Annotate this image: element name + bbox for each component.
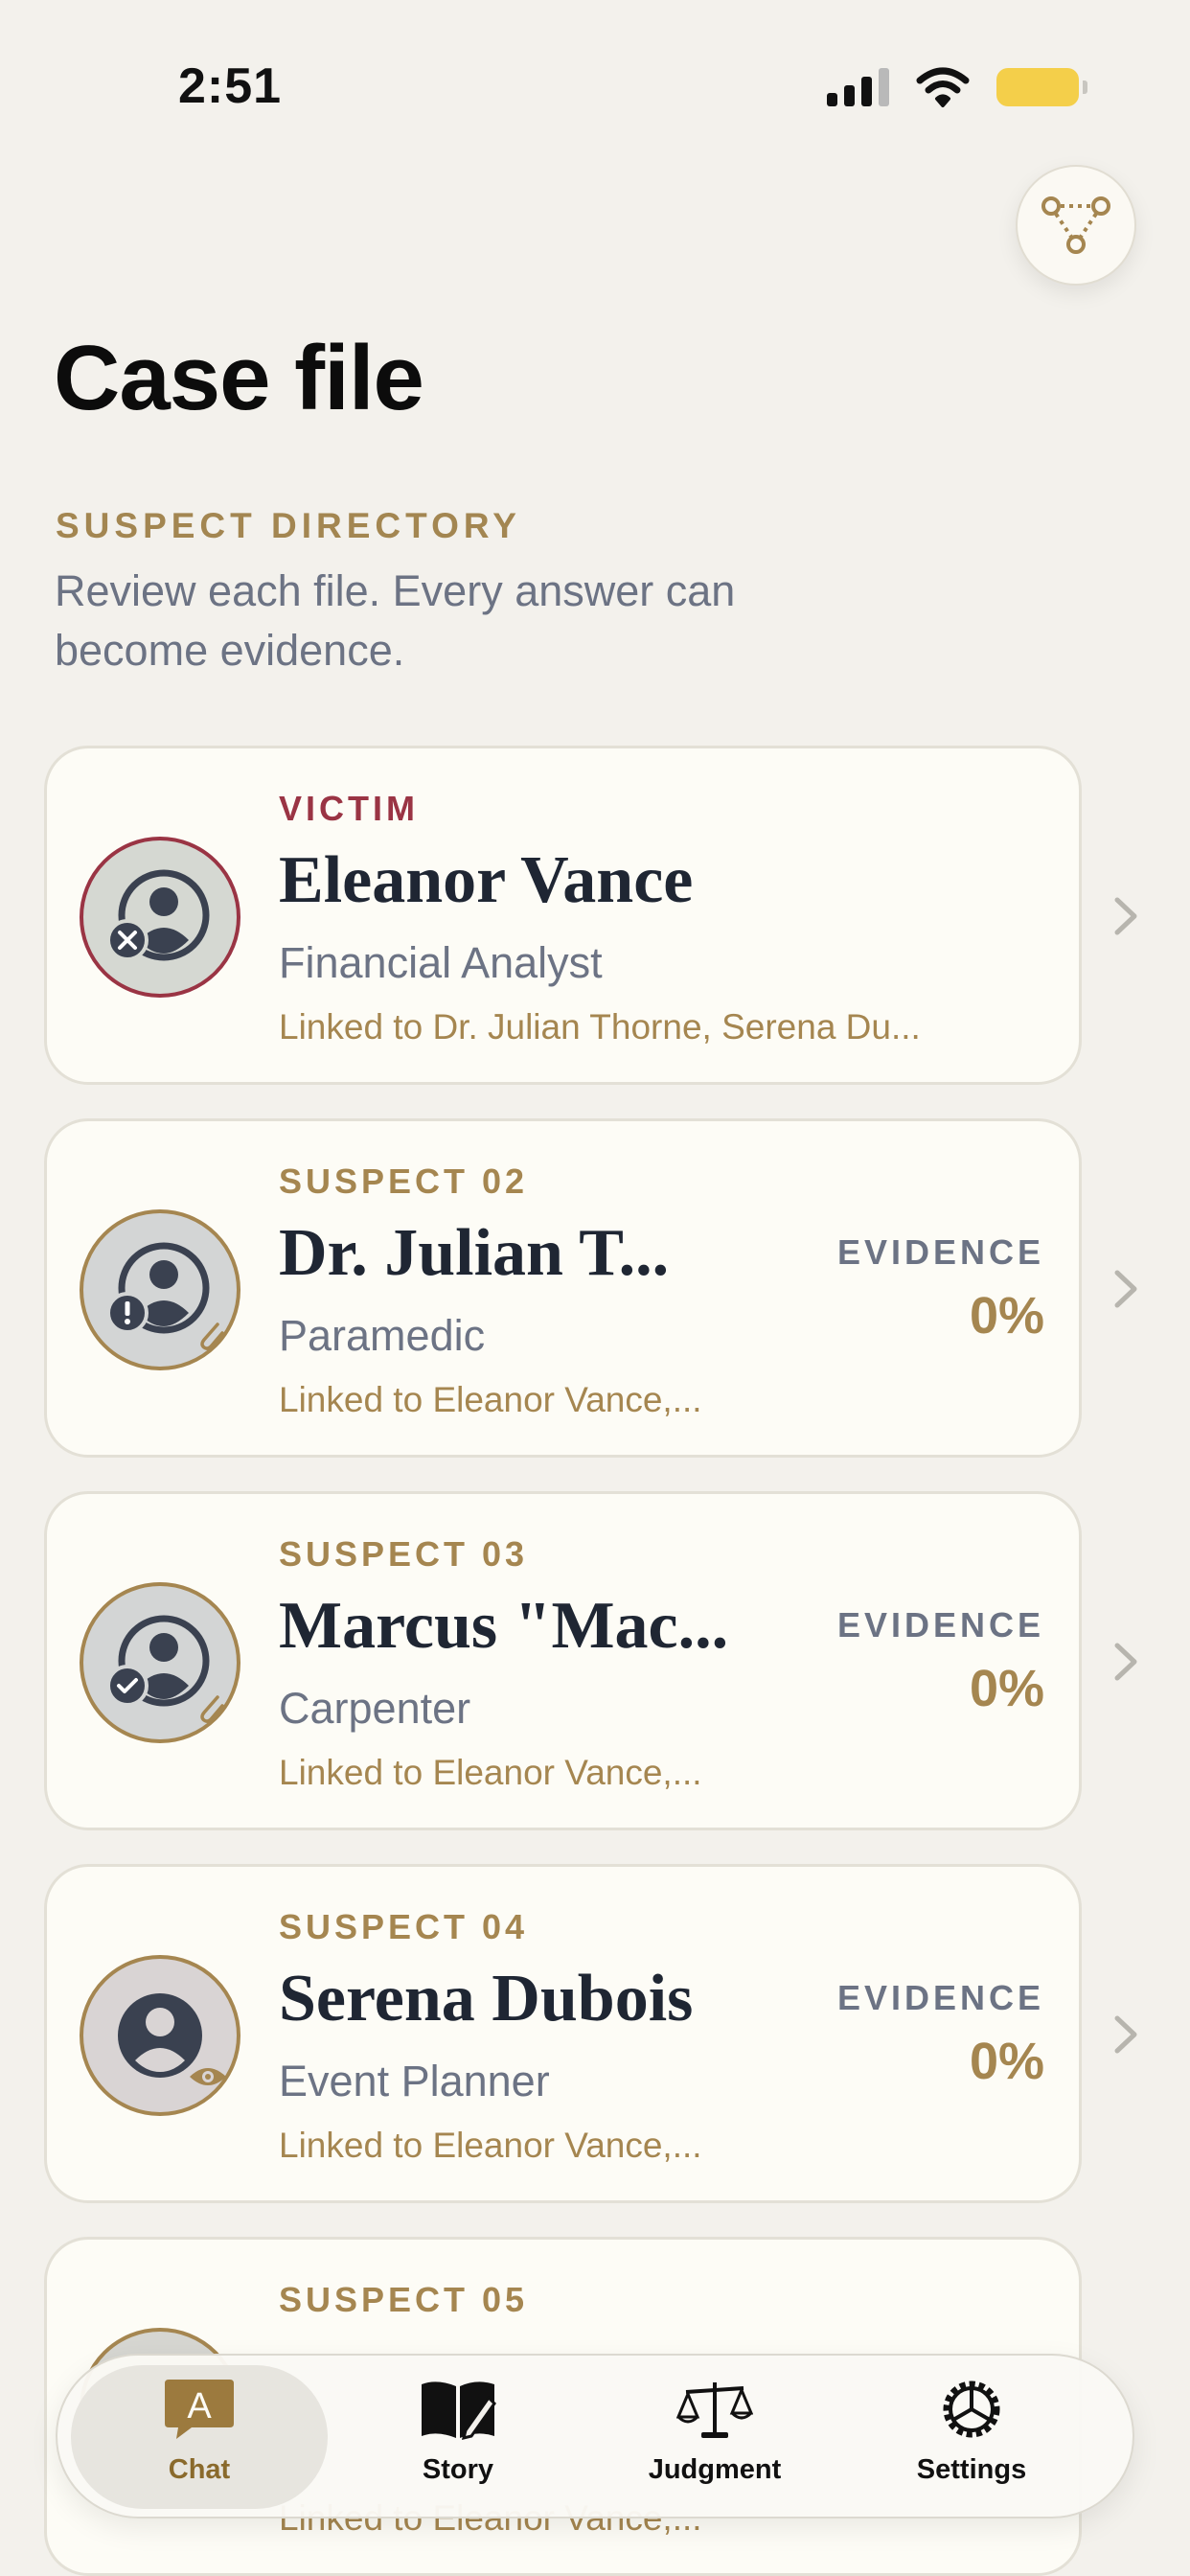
chevron-right-icon[interactable] [1111,1640,1140,1684]
tab-bar: A Chat Story Judgment Settings [56,2354,1134,2518]
network-graph-icon [1041,196,1110,254]
card-links: Linked to Eleanor Vance,... [279,1380,702,1419]
card-name: Marcus "Mac... [279,1589,729,1663]
tab-judgment[interactable]: Judgment [586,2365,843,2509]
suspect-card-victim[interactable]: VICTIM Eleanor Vance Financial Analyst L… [44,746,1082,1085]
status-icons [827,67,1087,107]
cellular-signal-icon [827,68,889,106]
avatar [80,1582,240,1743]
avatar [80,1209,240,1370]
status-bar: 2:51 [0,0,1190,172]
paperclip-icon [200,1322,224,1350]
suspect-card-03[interactable]: SUSPECT 03 Marcus "Mac... Carpenter Link… [44,1491,1082,1830]
chevron-right-icon[interactable] [1111,894,1140,938]
scales-icon [675,2376,755,2443]
card-occupation: Carpenter [279,1684,471,1733]
card-occupation: Financial Analyst [279,938,603,987]
evidence-label: EVIDENCE [836,1978,1044,2017]
book-pen-icon [418,2376,498,2443]
card-role: SUSPECT 05 [279,2280,529,2319]
tab-label: Story [422,2454,494,2485]
card-links: Linked to Dr. Julian Thorne, Serena Du..… [279,1007,921,1046]
section-description: Review each file. Every answer can becom… [55,566,736,675]
page-title: Case file [54,327,424,429]
avatar [80,1955,240,2116]
evidence-value: 0% [969,1287,1044,1345]
check-circle-icon [106,1665,149,1707]
card-name: Eleanor Vance [279,843,694,917]
relationship-graph-button[interactable] [1016,165,1136,286]
card-role: SUSPECT 03 [279,1534,529,1574]
tab-chat[interactable]: A Chat [71,2365,328,2509]
chevron-right-icon[interactable] [1111,1267,1140,1311]
card-role: VICTIM [279,789,419,828]
card-name: Serena Dubois [279,1962,694,2036]
x-circle-icon [106,919,149,961]
battery-icon [996,68,1087,106]
eye-icon [190,2068,226,2085]
tab-story[interactable]: Story [330,2365,586,2509]
card-occupation: Event Planner [279,2057,550,2105]
tab-label: Judgment [648,2454,782,2485]
card-links: Linked to Eleanor Vance,... [279,1753,702,1792]
card-name: Dr. Julian T... [279,1216,670,1290]
tab-settings[interactable]: Settings [843,2365,1100,2509]
status-time: 2:51 [178,58,283,114]
paperclip-icon [200,1695,224,1723]
evidence-value: 0% [969,1660,1044,1717]
tab-label: Chat [168,2454,231,2485]
card-links: Linked to Eleanor Vance,... [279,2126,702,2165]
evidence-value: 0% [969,2033,1044,2090]
suspect-card-02[interactable]: SUSPECT 02 Dr. Julian T... Paramedic Lin… [44,1118,1082,1458]
card-occupation: Paramedic [279,1311,486,1360]
card-role: SUSPECT 02 [279,1162,529,1201]
evidence-label: EVIDENCE [836,1232,1044,1272]
section-label: SUSPECT DIRECTORY [56,506,521,545]
chat-bubble-a-icon: A [159,2376,240,2443]
gear-icon [931,2376,1012,2443]
chevron-right-icon[interactable] [1111,2012,1140,2057]
avatar [80,837,240,998]
exclamation-circle-icon [106,1292,149,1334]
evidence-label: EVIDENCE [836,1605,1044,1644]
wifi-icon [916,67,970,107]
svg-text:A: A [187,2386,212,2426]
tab-label: Settings [916,2454,1027,2485]
card-role: SUSPECT 04 [279,1907,529,1946]
suspect-card-04[interactable]: SUSPECT 04 Serena Dubois Event Planner L… [44,1864,1082,2203]
